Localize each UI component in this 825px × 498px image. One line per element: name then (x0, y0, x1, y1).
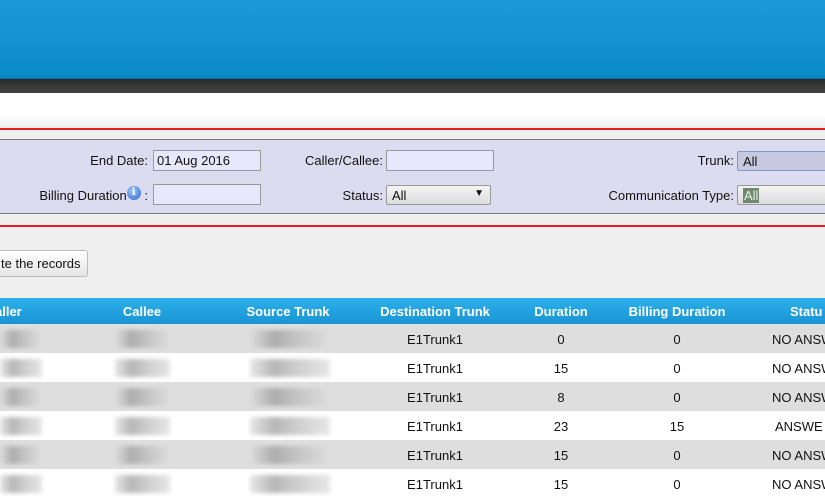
billing-duration-cell: 0 (673, 448, 681, 463)
status-cell: NO ANSW (772, 332, 825, 347)
trunk-select-value: All (743, 154, 758, 169)
col-caller[interactable]: aller (0, 304, 25, 319)
communication-type-label: Communication Type: (608, 188, 735, 203)
communication-type-select[interactable]: All (737, 185, 825, 205)
col-destination-trunk[interactable]: Destination Trunk (365, 304, 505, 319)
billing-duration-colon: : (144, 188, 148, 203)
caller-cell-redacted (0, 388, 42, 406)
status-cell: NO ANSW (772, 390, 825, 405)
table-row[interactable]: E1Trunk1 23 15 ANSWE (0, 411, 825, 440)
caller-cell-redacted (0, 359, 42, 377)
caller-cell-redacted (0, 475, 42, 493)
source-trunk-cell-redacted (250, 330, 330, 348)
records-button[interactable]: te the records (0, 250, 88, 277)
callee-cell-redacted (115, 417, 170, 435)
end-date-input[interactable] (153, 150, 261, 171)
communication-type-value: All (743, 188, 760, 203)
caller-callee-label: Caller/Callee: (304, 153, 383, 168)
billing-duration-cell: 15 (669, 419, 685, 434)
duration-cell: 15 (553, 448, 569, 463)
status-select-value: All (392, 188, 407, 203)
source-trunk-cell-redacted (250, 417, 330, 435)
col-duration[interactable]: Duration (511, 304, 611, 319)
source-trunk-cell-redacted (250, 388, 330, 406)
callee-cell-redacted (115, 359, 170, 377)
callee-cell-redacted (115, 446, 170, 464)
duration-cell: 15 (553, 477, 569, 492)
table-row[interactable]: E1Trunk1 0 0 NO ANSW (0, 324, 825, 353)
billing-duration-input[interactable] (153, 184, 261, 205)
status-cell: NO ANSW (772, 361, 825, 376)
col-source-trunk[interactable]: Source Trunk (228, 304, 348, 319)
page-header-area (0, 93, 825, 128)
source-trunk-cell-redacted (250, 475, 330, 493)
billing-duration-cell: 0 (673, 361, 681, 376)
duration-cell: 23 (553, 419, 569, 434)
table-row[interactable]: E1Trunk1 15 0 NO ANSW (0, 440, 825, 469)
duration-cell: 0 (557, 332, 565, 347)
status-cell: NO ANSW (772, 477, 825, 492)
billing-duration-text: Billing Duration (39, 188, 127, 203)
status-cell: NO ANSW (772, 448, 825, 463)
table-row[interactable]: E1Trunk1 15 0 NO ANSW (0, 353, 825, 382)
caller-cell-redacted (0, 330, 42, 348)
callee-cell-redacted (115, 475, 170, 493)
destination-trunk-cell: E1Trunk1 (407, 361, 463, 376)
status-label: Status: (342, 188, 383, 203)
chevron-down-icon: ▼ (474, 188, 484, 199)
billing-duration-cell: 0 (673, 332, 681, 347)
destination-trunk-cell: E1Trunk1 (407, 419, 463, 434)
destination-trunk-cell: E1Trunk1 (407, 448, 463, 463)
status-cell: ANSWE (775, 419, 823, 434)
billing-duration-cell: 0 (673, 390, 681, 405)
destination-trunk-cell: E1Trunk1 (407, 477, 463, 492)
billing-duration-label: Billing Duration i : (18, 186, 148, 203)
caller-cell-redacted (0, 446, 42, 464)
col-callee[interactable]: Callee (92, 304, 192, 319)
status-select[interactable]: All ▼ (386, 185, 491, 205)
trunk-label: Trunk: (697, 153, 734, 168)
source-trunk-cell-redacted (250, 359, 330, 377)
nav-bar (0, 79, 825, 93)
col-status[interactable]: Statu (790, 304, 825, 319)
table-row[interactable]: E1Trunk1 15 0 NO ANSW (0, 469, 825, 498)
duration-cell: 15 (553, 361, 569, 376)
destination-trunk-cell: E1Trunk1 (407, 332, 463, 347)
billing-duration-cell: 0 (673, 477, 681, 492)
trunk-select[interactable]: All (737, 151, 825, 171)
highlight-border-top (0, 128, 825, 130)
caller-cell-redacted (0, 417, 42, 435)
end-date-label: End Date: (90, 153, 148, 168)
table-header: aller Callee Source Trunk Destination Tr… (0, 298, 825, 324)
col-billing-duration[interactable]: Billing Duration (612, 304, 742, 319)
table-row[interactable]: E1Trunk1 8 0 NO ANSW (0, 382, 825, 411)
callee-cell-redacted (115, 388, 170, 406)
duration-cell: 8 (557, 390, 565, 405)
source-trunk-cell-redacted (250, 446, 330, 464)
header-banner (0, 0, 825, 79)
callee-cell-redacted (115, 330, 170, 348)
destination-trunk-cell: E1Trunk1 (407, 390, 463, 405)
highlight-border-bottom (0, 225, 825, 227)
info-icon[interactable]: i (126, 186, 141, 200)
filter-panel: End Date: Caller/Callee: Trunk: All Bill… (0, 139, 825, 214)
caller-callee-input[interactable] (386, 150, 494, 171)
